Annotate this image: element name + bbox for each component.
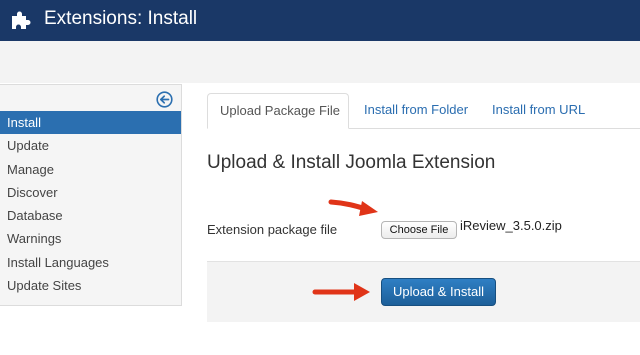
annotation-arrow-icon xyxy=(328,199,378,216)
choose-file-button[interactable]: Choose File xyxy=(381,221,457,239)
tab-install-from-folder[interactable]: Install from Folder xyxy=(364,93,468,129)
sidebar-item-install[interactable]: Install xyxy=(0,111,181,135)
sidebar-item-install-languages[interactable]: Install Languages xyxy=(0,251,181,274)
toolbar-strip xyxy=(0,41,640,83)
section-heading: Upload & Install Joomla Extension xyxy=(207,152,496,173)
sidebar-item-update-sites[interactable]: Update Sites xyxy=(0,274,181,297)
upload-install-button[interactable]: Upload & Install xyxy=(381,278,496,306)
sidebar-item-manage[interactable]: Manage xyxy=(0,158,181,181)
arrow-left-circle-icon[interactable] xyxy=(156,91,173,108)
sidebar-item-warnings[interactable]: Warnings xyxy=(0,227,181,250)
header-bar: Extensions: Install xyxy=(0,0,640,41)
annotation-arrow-icon xyxy=(312,283,370,301)
sidebar: Install Update Manage Discover Database … xyxy=(0,84,182,306)
page-title: Extensions: Install xyxy=(44,8,198,29)
sidebar-item-update[interactable]: Update xyxy=(0,134,181,157)
selected-file-name: iReview_3.5.0.zip xyxy=(460,218,562,233)
puzzle-icon xyxy=(12,11,31,29)
sidebar-menu: Install Update Manage Discover Database … xyxy=(0,111,181,297)
tab-upload-package-file[interactable]: Upload Package File xyxy=(207,93,349,129)
package-file-label: Extension package file xyxy=(207,222,338,237)
sidebar-item-discover[interactable]: Discover xyxy=(0,181,181,204)
sidebar-item-database[interactable]: Database xyxy=(0,204,181,227)
tab-install-from-url[interactable]: Install from URL xyxy=(492,93,585,129)
